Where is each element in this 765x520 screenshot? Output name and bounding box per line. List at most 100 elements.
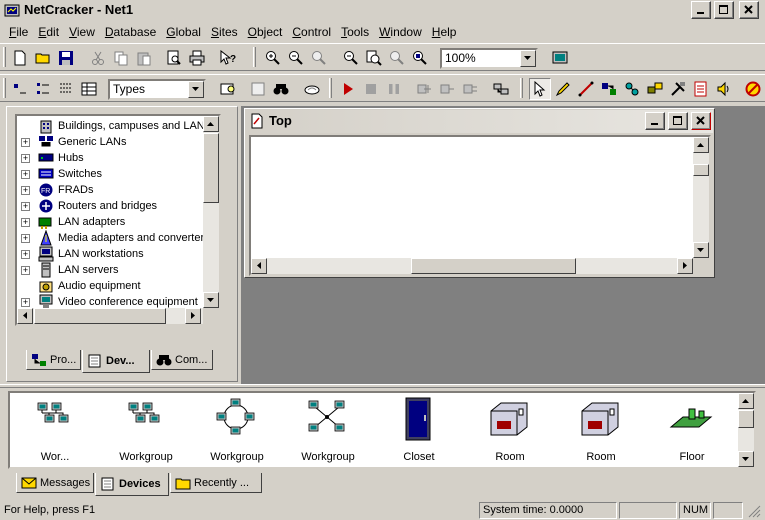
menu-object[interactable]: Object: [243, 23, 288, 41]
find-button[interactable]: [270, 78, 292, 100]
new-button[interactable]: [9, 47, 31, 69]
expand-icon[interactable]: +: [21, 298, 30, 307]
child-maximize-button[interactable]: [668, 112, 688, 130]
child-minimize-button[interactable]: [645, 112, 665, 130]
menu-help[interactable]: Help: [427, 23, 462, 41]
tab-recently-used[interactable]: Recently ...: [170, 473, 262, 493]
device-item[interactable]: Workgroup: [101, 395, 191, 465]
pause-simulation-button[interactable]: [383, 78, 405, 100]
menu-view[interactable]: View: [64, 23, 100, 41]
select-tool-button[interactable]: [529, 78, 551, 100]
save-button[interactable]: [55, 47, 77, 69]
zoom-combo[interactable]: 100%: [440, 48, 538, 69]
copy-button[interactable]: [110, 47, 132, 69]
link-button[interactable]: [301, 78, 323, 100]
tab-project[interactable]: Pro...: [26, 350, 81, 370]
expand-icon[interactable]: +: [21, 186, 30, 195]
scroll-left-button[interactable]: [251, 258, 267, 274]
details-view-button[interactable]: [78, 78, 100, 100]
horizontal-splitter[interactable]: [0, 384, 765, 388]
draw-tool-button[interactable]: [552, 78, 574, 100]
menu-sites[interactable]: Sites: [206, 23, 243, 41]
scroll-up-button[interactable]: [203, 116, 219, 132]
device-item[interactable]: Room: [556, 395, 646, 465]
zoom-selection-button[interactable]: [409, 47, 431, 69]
tab-devices-bottom[interactable]: Devices: [95, 473, 169, 496]
context-help-button[interactable]: ?: [217, 47, 239, 69]
device-item[interactable]: Workgroup: [192, 395, 282, 465]
menu-window[interactable]: Window: [374, 23, 427, 41]
filter-button[interactable]: [217, 78, 239, 100]
palette-vertical-scrollbar[interactable]: [738, 393, 754, 467]
menu-file[interactable]: File: [4, 23, 33, 41]
menu-database[interactable]: Database: [100, 23, 161, 41]
canvas-vertical-scrollbar[interactable]: [693, 137, 709, 258]
zoom-dropdown-button[interactable]: [520, 50, 536, 67]
scroll-left-button[interactable]: [17, 308, 33, 324]
zoom-page-button[interactable]: [363, 47, 385, 69]
maximize-button[interactable]: [714, 1, 734, 19]
menu-edit[interactable]: Edit: [33, 23, 64, 41]
report-button[interactable]: [690, 78, 712, 100]
types-combo[interactable]: Types: [108, 79, 206, 100]
large-icons-button[interactable]: [9, 78, 31, 100]
media-tool-button[interactable]: [598, 78, 620, 100]
menu-control[interactable]: Control: [287, 23, 336, 41]
zoom-out-button[interactable]: [285, 47, 307, 69]
fit-window-button[interactable]: [549, 47, 571, 69]
zoom-all-button[interactable]: [386, 47, 408, 69]
device-item[interactable]: Workgroup: [283, 395, 373, 465]
zoom-in-button[interactable]: [262, 47, 284, 69]
traffic-tool-button[interactable]: [644, 78, 666, 100]
stop-sign-button[interactable]: [742, 78, 764, 100]
scroll-thumb[interactable]: [693, 164, 709, 176]
tab-messages[interactable]: Messages: [16, 473, 94, 493]
device-item[interactable]: Closet: [374, 395, 464, 465]
toolbar-grip[interactable]: [253, 47, 256, 67]
protocol-tool-button[interactable]: [621, 78, 643, 100]
size-grip-icon[interactable]: [748, 505, 761, 518]
toolbar-grip[interactable]: [520, 78, 523, 98]
small-icons-button[interactable]: [32, 78, 54, 100]
minimize-button[interactable]: [691, 1, 711, 19]
paste-button[interactable]: [133, 47, 155, 69]
print-button[interactable]: [186, 47, 208, 69]
zoom-region-button[interactable]: [340, 47, 362, 69]
traffic-profile-button[interactable]: [436, 78, 458, 100]
canvas-horizontal-scrollbar[interactable]: [251, 258, 693, 274]
tab-components[interactable]: Com...: [151, 350, 213, 370]
stop-simulation-button[interactable]: [360, 78, 382, 100]
scroll-thumb[interactable]: [203, 133, 219, 203]
toolbar-grip[interactable]: [329, 78, 332, 98]
scroll-down-button[interactable]: [693, 242, 709, 258]
device-tree[interactable]: Buildings, campuses and LAN + Generic LANs…: [15, 114, 221, 326]
tree-vertical-scrollbar[interactable]: [203, 116, 219, 308]
cut-button[interactable]: [87, 47, 109, 69]
menu-tools[interactable]: Tools: [336, 23, 374, 41]
browse-button[interactable]: [247, 78, 269, 100]
add-traffic-button[interactable]: [413, 78, 435, 100]
link-tool-button[interactable]: [575, 78, 597, 100]
expand-icon[interactable]: +: [21, 218, 30, 227]
scroll-down-button[interactable]: [203, 292, 219, 308]
scroll-up-button[interactable]: [693, 137, 709, 153]
expand-icon[interactable]: +: [21, 154, 30, 163]
network-test-button[interactable]: [490, 78, 512, 100]
scroll-thumb[interactable]: [738, 410, 754, 428]
expand-icon[interactable]: +: [21, 138, 30, 147]
device-item[interactable]: Room: [465, 395, 555, 465]
network-canvas[interactable]: [249, 135, 711, 276]
child-close-button[interactable]: [691, 112, 711, 130]
tab-devices[interactable]: Dev...: [82, 350, 150, 373]
size-grip[interactable]: [693, 258, 709, 274]
tools-button[interactable]: [667, 78, 689, 100]
device-palette[interactable]: Wor... Workgroup Workgroup Workgroup Closet R…: [8, 391, 756, 469]
list-view-button[interactable]: [55, 78, 77, 100]
zoom-fit-button[interactable]: [308, 47, 330, 69]
child-window-top[interactable]: Top: [244, 108, 715, 278]
print-preview-button[interactable]: [163, 47, 185, 69]
expand-icon[interactable]: +: [21, 202, 30, 211]
close-button[interactable]: [739, 1, 759, 19]
scroll-up-button[interactable]: [738, 393, 754, 409]
types-dropdown-button[interactable]: [188, 81, 204, 98]
